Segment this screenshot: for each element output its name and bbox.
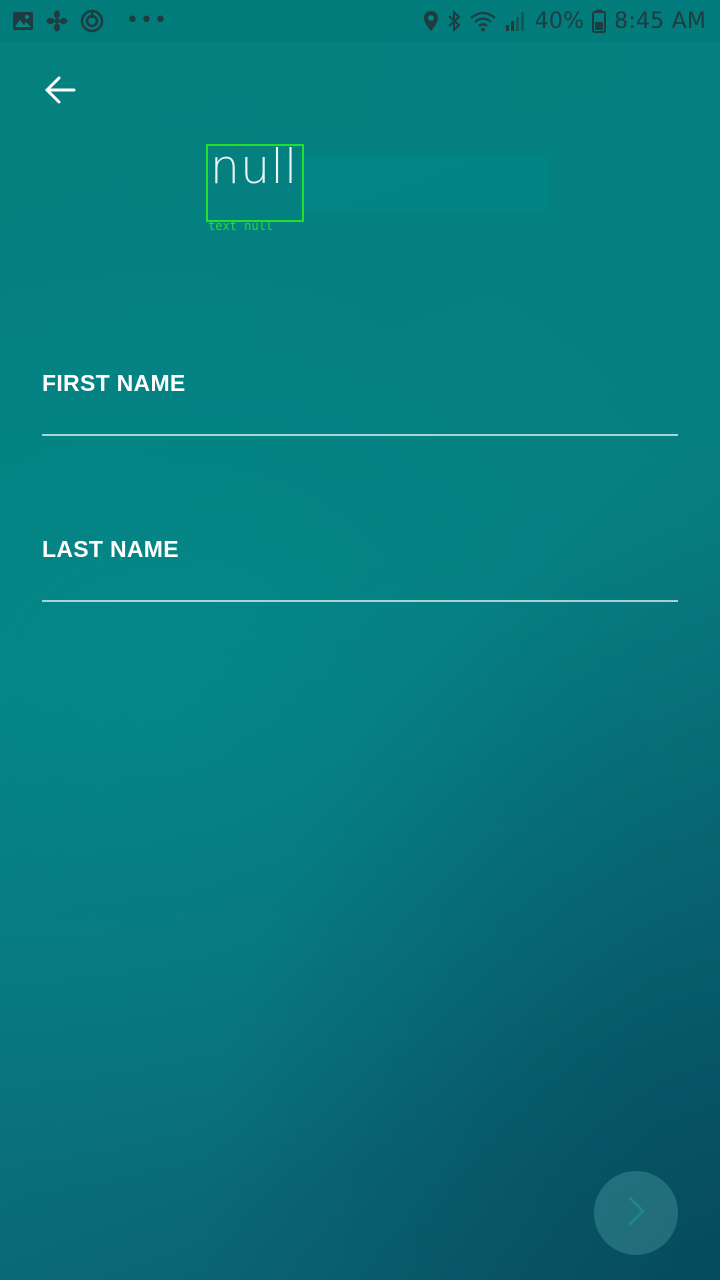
title-annotation-label: text null xyxy=(208,219,274,233)
page-title: null xyxy=(210,140,298,195)
next-button[interactable] xyxy=(594,1171,678,1255)
chevron-right-icon xyxy=(624,1195,648,1232)
sync-circle-icon xyxy=(80,9,104,33)
notification-overflow: ••• xyxy=(126,8,168,33)
fan-icon xyxy=(46,10,68,32)
status-bar-left: ••• xyxy=(12,7,168,35)
last-name-input[interactable] xyxy=(42,536,678,596)
status-bar: ••• 40% 8:45 AM xyxy=(0,0,720,42)
battery-icon xyxy=(592,9,607,33)
clock: 8:45 AM xyxy=(614,8,706,34)
back-button[interactable] xyxy=(36,70,84,114)
wifi-icon xyxy=(469,10,497,32)
gallery-icon xyxy=(12,11,34,31)
status-bar-right: 40% 8:45 AM xyxy=(423,7,706,35)
last-name-field[interactable]: LAST NAME xyxy=(42,536,678,602)
last-name-underline xyxy=(42,600,678,602)
arrow-left-icon xyxy=(43,75,77,110)
first-name-field[interactable]: FIRST NAME xyxy=(42,370,678,436)
signal-icon xyxy=(505,10,527,32)
title-placeholder-bar xyxy=(300,155,549,210)
location-icon xyxy=(423,10,439,32)
first-name-underline xyxy=(42,434,678,436)
first-name-input[interactable] xyxy=(42,370,678,430)
bluetooth-icon xyxy=(447,10,461,32)
battery-percent: 40% xyxy=(534,8,585,34)
